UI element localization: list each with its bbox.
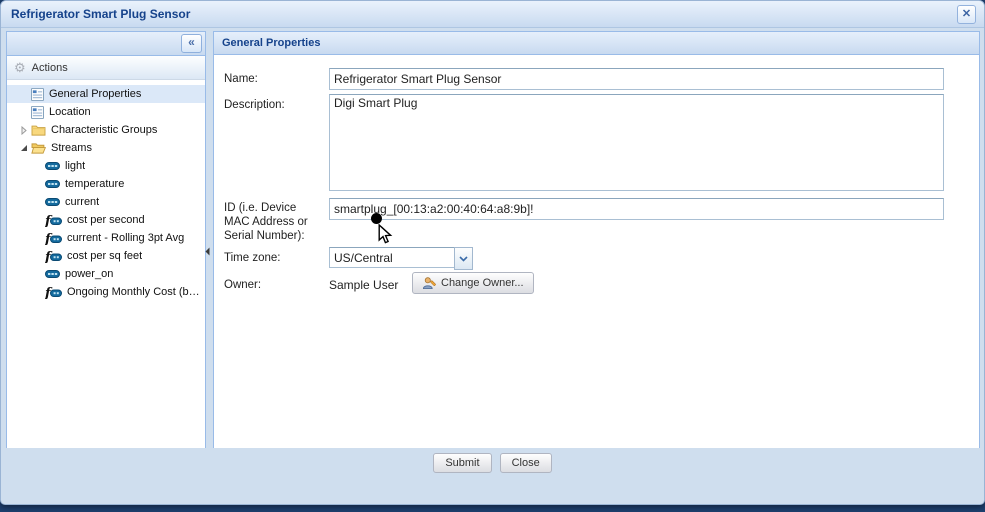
click-marker-dot — [371, 213, 382, 224]
dialog-title: Refrigerator Smart Plug Sensor — [11, 7, 190, 21]
tree-item-label: power_on — [65, 268, 113, 280]
owner-value: Sample User — [329, 278, 398, 292]
device-id-input[interactable] — [329, 198, 944, 220]
form-icon — [31, 88, 44, 101]
navigation-tree: General Properties Location Characterist… — [7, 80, 205, 301]
tree-item-general-properties[interactable]: General Properties — [7, 85, 205, 103]
expander-expanded-icon[interactable] — [17, 144, 31, 152]
change-owner-button-label: Change Owner... — [441, 277, 524, 289]
tree-item-label: light — [65, 160, 85, 172]
splitter-collapse-icon[interactable] — [205, 243, 210, 261]
tree-item-label: current - Rolling 3pt Avg — [67, 232, 184, 244]
sidebar-header: « — [7, 32, 205, 56]
tree-item-label: General Properties — [49, 88, 141, 100]
folder-closed-icon — [31, 124, 46, 137]
actions-toolbar[interactable]: ⚙ Actions — [7, 56, 205, 80]
tree-item-label: Location — [49, 106, 91, 118]
user-edit-icon — [422, 276, 436, 290]
owner-label: Owner: — [224, 278, 261, 292]
general-properties-panel: General Properties Name: Description: Di… — [213, 31, 980, 477]
close-button[interactable]: Close — [500, 453, 552, 473]
function-stream-icon: f — [45, 250, 62, 263]
tree-item-label: Characteristic Groups — [51, 124, 157, 136]
gear-icon: ⚙ — [14, 61, 26, 74]
description-label: Description: — [224, 98, 285, 112]
tree-item-cost-per-sq-feet[interactable]: f cost per sq feet — [7, 247, 205, 265]
stream-icon — [45, 162, 60, 170]
navigation-panel: « ⚙ Actions General Properties Location — [6, 31, 206, 477]
tree-item-ongoing-monthly-cost[interactable]: f Ongoing Monthly Cost (bas… — [7, 283, 205, 301]
tree-item-label: temperature — [65, 178, 124, 190]
close-icon[interactable]: ✕ — [957, 5, 976, 24]
timezone-label: Time zone: — [224, 251, 280, 265]
function-stream-icon: f — [45, 214, 62, 227]
dialog-footer: Submit Close — [1, 448, 984, 478]
change-owner-button[interactable]: Change Owner... — [412, 272, 534, 294]
tree-item-current[interactable]: current — [7, 193, 205, 211]
tree-item-label: cost per second — [67, 214, 145, 226]
dialog-window: Refrigerator Smart Plug Sensor ✕ « ⚙ Act… — [0, 0, 985, 505]
chevron-down-icon[interactable] — [454, 247, 473, 270]
properties-form: Name: Description: Digi Smart Plug ID (i… — [214, 32, 979, 476]
name-input[interactable] — [329, 68, 944, 90]
device-id-label: ID (i.e. Device MAC Address or Serial Nu… — [224, 201, 324, 243]
submit-button[interactable]: Submit — [433, 453, 491, 473]
folder-open-icon — [31, 142, 46, 155]
stream-icon — [45, 270, 60, 278]
tree-item-light[interactable]: light — [7, 157, 205, 175]
tree-item-current-rolling-avg[interactable]: f current - Rolling 3pt Avg — [7, 229, 205, 247]
function-stream-icon: f — [45, 232, 62, 245]
tree-item-label: Ongoing Monthly Cost (bas… — [67, 286, 205, 298]
tree-item-label: current — [65, 196, 99, 208]
tree-item-temperature[interactable]: temperature — [7, 175, 205, 193]
stream-icon — [45, 198, 60, 206]
tree-item-streams[interactable]: Streams — [7, 139, 205, 157]
mouse-cursor-icon — [378, 224, 393, 250]
tree-item-cost-per-second[interactable]: f cost per second — [7, 211, 205, 229]
dialog-titlebar: Refrigerator Smart Plug Sensor ✕ — [1, 1, 984, 28]
function-stream-icon: f — [45, 286, 62, 299]
tree-item-label: Streams — [51, 142, 92, 154]
expander-collapsed-icon[interactable] — [17, 126, 31, 135]
tree-item-location[interactable]: Location — [7, 103, 205, 121]
tree-item-label: cost per sq feet — [67, 250, 142, 262]
tree-item-power-on[interactable]: power_on — [7, 265, 205, 283]
collapse-panel-button[interactable]: « — [181, 34, 202, 53]
tree-item-characteristic-groups[interactable]: Characteristic Groups — [7, 121, 205, 139]
form-icon — [31, 106, 44, 119]
name-label: Name: — [224, 72, 258, 86]
timezone-select[interactable]: US/Central — [329, 247, 456, 268]
actions-toolbar-label: Actions — [32, 62, 68, 74]
timezone-selected-value: US/Central — [334, 251, 393, 265]
description-textarea[interactable]: Digi Smart Plug — [329, 94, 944, 191]
stream-icon — [45, 180, 60, 188]
